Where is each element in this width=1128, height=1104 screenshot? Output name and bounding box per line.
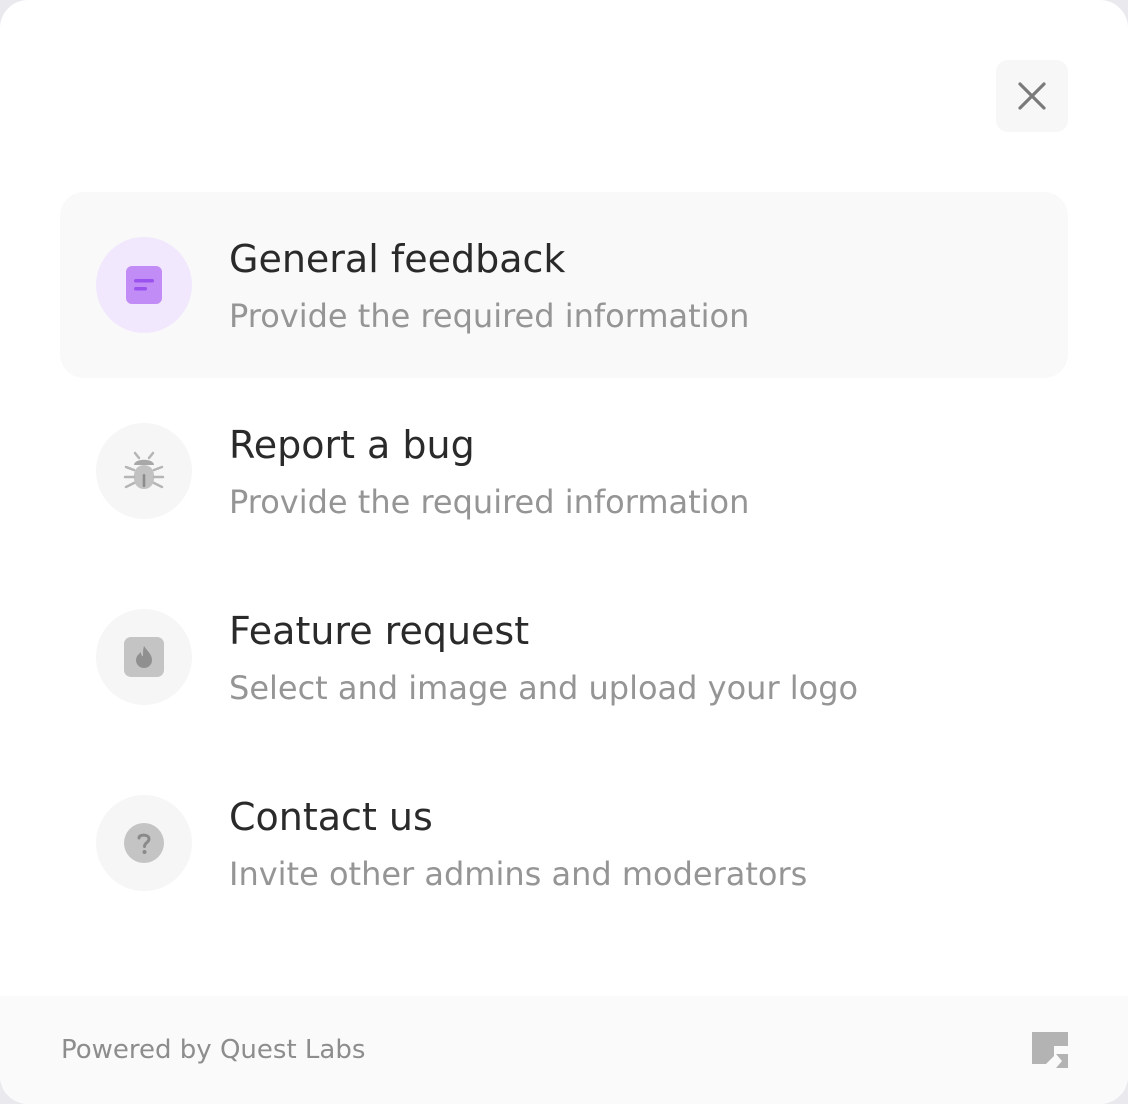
option-description: Provide the required information [229,297,750,335]
option-feature-request[interactable]: Feature request Select and image and upl… [60,564,1068,750]
option-general-feedback[interactable]: General feedback Provide the required in… [60,192,1068,378]
option-title: Contact us [229,795,433,839]
option-contact-us[interactable]: Contact us Invite other admins and moder… [60,750,1068,936]
option-description: Invite other admins and moderators [229,855,808,893]
powered-by-text: Powered by Quest Labs [61,1035,366,1065]
option-report-bug[interactable]: Report a bug Provide the required inform… [60,378,1068,564]
option-description: Select and image and upload your logo [229,669,859,707]
close-icon [1018,82,1046,110]
feedback-modal: General feedback Provide the required in… [0,0,1128,1104]
option-icon-circle [96,609,192,705]
question-icon [124,823,164,863]
feature-icon [124,637,164,677]
quest-labs-logo-icon [1032,1032,1068,1068]
feedback-icon [126,266,162,304]
bug-icon [123,451,165,489]
option-icon-circle [96,795,192,891]
option-description: Provide the required information [229,483,750,521]
close-button[interactable] [996,60,1068,132]
option-icon-circle [96,237,192,333]
option-icon-circle [96,423,192,519]
footer: Powered by Quest Labs [0,996,1128,1104]
option-title: General feedback [229,237,566,281]
option-title: Feature request [229,609,530,653]
feedback-options-list: General feedback Provide the required in… [60,192,1068,936]
option-title: Report a bug [229,423,475,467]
